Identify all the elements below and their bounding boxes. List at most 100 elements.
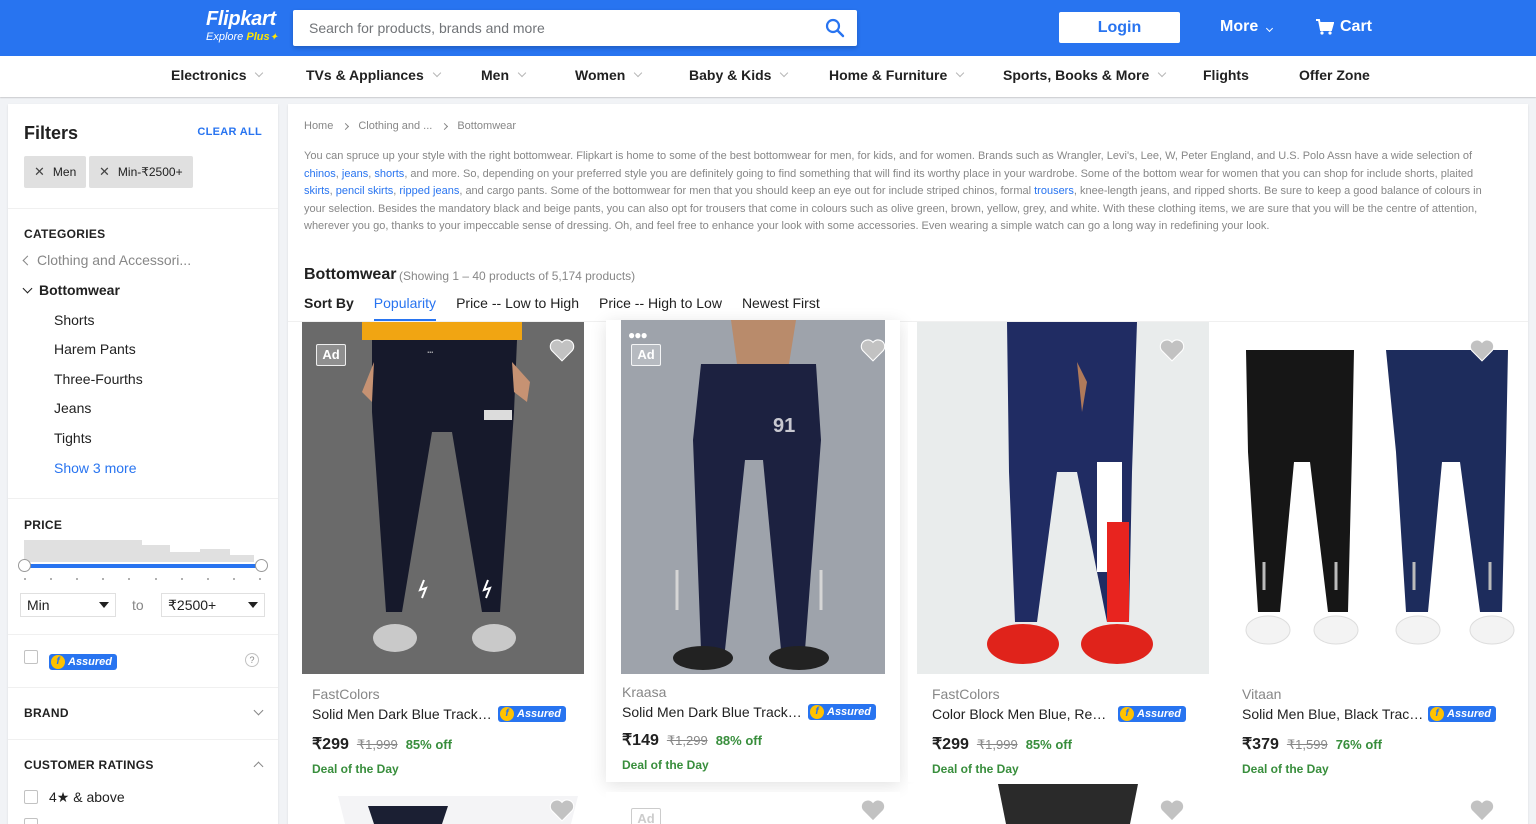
help-icon[interactable]: ? [245, 653, 259, 667]
caret-down-icon [99, 602, 109, 608]
description-link[interactable]: shorts [374, 168, 404, 180]
chevron-up-icon[interactable] [253, 761, 264, 772]
subcategory-jeans[interactable]: Jeans [54, 400, 91, 416]
product-title[interactable]: Color Block Men Blue, Red T... f Assured [932, 706, 1187, 722]
price-slider-min-handle[interactable] [18, 559, 31, 572]
chevron-down-icon[interactable] [253, 705, 264, 716]
description-link[interactable]: chinos [304, 168, 336, 180]
price-max-select[interactable]: ₹2500+ [161, 593, 265, 617]
chevron-down-icon [517, 68, 527, 78]
search-input[interactable] [293, 10, 793, 46]
catnav-baby-kids[interactable]: Baby & Kids [689, 67, 789, 83]
sort-popularity[interactable]: Popularity [373, 295, 437, 321]
wishlist-heart-icon[interactable] [860, 338, 886, 362]
customer-ratings-heading[interactable]: CUSTOMER RATINGS [24, 758, 154, 772]
product-image[interactable] [917, 322, 1209, 674]
product-card[interactable] [298, 792, 598, 824]
catnav-men[interactable]: Men [481, 67, 527, 83]
description-link[interactable]: pencil skirts [336, 185, 393, 197]
description-link[interactable]: ripped jeans [399, 185, 459, 197]
filters-title: Filters [24, 123, 79, 143]
more-options-icon[interactable]: ●●● [628, 328, 648, 342]
product-title[interactable]: Solid Men Dark Blue Track P... f Assured [622, 704, 877, 720]
breadcrumb-clothing[interactable]: Clothing and ... [358, 120, 432, 132]
product-card[interactable]: ⵈ Ad FastColors Solid Men Dark Blue Trac… [298, 322, 598, 782]
result-count: (Showing 1 – 40 products of 5,174 produc… [399, 269, 636, 283]
product-title[interactable]: Solid Men Dark Blue Track P... f Assured [312, 706, 567, 722]
assured-checkbox[interactable] [24, 650, 38, 664]
flipkart-f-icon: f [1120, 707, 1134, 721]
description-link[interactable]: skirts [304, 185, 330, 197]
product-price: ₹299 ₹1,999 85% off [312, 736, 452, 753]
catnav-tvs-appliances[interactable]: TVs & Appliances [306, 67, 441, 83]
product-price: ₹379 ₹1,599 76% off [1242, 736, 1382, 753]
description-text: , and more. So, depending on your prefer… [404, 167, 1474, 180]
catnav-electronics[interactable]: Electronics [171, 67, 264, 83]
cart-icon [1316, 19, 1334, 35]
subcategory-harem-pants[interactable]: Harem Pants [54, 341, 136, 357]
wishlist-heart-icon[interactable] [1469, 338, 1495, 362]
product-card[interactable] [1218, 792, 1518, 824]
wishlist-heart-icon[interactable] [1159, 338, 1185, 362]
login-button[interactable]: Login [1059, 12, 1180, 43]
product-card[interactable]: Ad [606, 792, 900, 824]
product-title[interactable]: Solid Men Blue, Black Track ... f Assured [1242, 706, 1497, 722]
clear-all-button[interactable]: CLEAR ALL [197, 126, 262, 138]
more-menu-button[interactable]: More [1220, 18, 1273, 36]
product-image[interactable] [978, 784, 1158, 824]
subcategory-tights[interactable]: Tights [54, 430, 92, 446]
sort-price-high-low[interactable]: Price -- High to Low [599, 295, 722, 321]
description-link[interactable]: jeans [342, 168, 368, 180]
price-min-select[interactable]: Min [20, 593, 116, 617]
sort-price-low-high[interactable]: Price -- Low to High [456, 295, 579, 321]
product-card[interactable]: FastColors Color Block Men Blue, Red T..… [908, 322, 1209, 782]
catnav-flights[interactable]: Flights [1203, 67, 1249, 83]
rating-3-checkbox[interactable] [24, 818, 38, 824]
search-icon[interactable] [825, 18, 845, 38]
wishlist-heart-icon[interactable] [549, 338, 575, 362]
product-card[interactable] [908, 784, 1208, 824]
show-more-link[interactable]: Show 3 more [54, 460, 136, 476]
sort-newest-first[interactable]: Newest First [742, 295, 820, 321]
wishlist-heart-icon[interactable] [1159, 798, 1185, 822]
divider [8, 498, 278, 499]
flipkart-f-icon: f [810, 705, 824, 719]
logo-tagline: Explore Plus✦ [206, 31, 278, 43]
caret-down-icon [248, 602, 258, 608]
subcategory-three-fourths[interactable]: Three-Fourths [54, 371, 143, 387]
price-slider-track[interactable] [24, 564, 261, 568]
close-icon[interactable]: ✕ [99, 164, 110, 180]
brand-heading[interactable]: BRAND [24, 706, 69, 720]
category-description: You can spruce up your style with the ri… [304, 148, 1504, 236]
filter-chip-men[interactable]: ✕ Men [24, 156, 87, 188]
catnav-women[interactable]: Women [575, 67, 643, 83]
breadcrumb-home[interactable]: Home [304, 120, 333, 132]
subcategory-shorts[interactable]: Shorts [54, 312, 94, 328]
chevron-down-icon [255, 68, 264, 78]
catnav-offer-zone[interactable]: Offer Zone [1299, 67, 1370, 83]
search-bar [293, 10, 857, 46]
wishlist-heart-icon[interactable] [549, 798, 575, 822]
product-brand: Kraasa [622, 684, 667, 700]
product-card[interactable]: 91 ●●● Ad Kraasa Solid Men Dark Blue Tra… [606, 320, 900, 782]
parent-category-link[interactable]: Clothing and Accessori... [22, 252, 191, 268]
catnav-sports-books[interactable]: Sports, Books & More [1003, 67, 1167, 83]
catnav-home-furniture[interactable]: Home & Furniture [829, 67, 965, 83]
current-category[interactable]: Bottomwear [22, 282, 120, 298]
wishlist-heart-icon[interactable] [1469, 798, 1495, 822]
filter-chip-price[interactable]: ✕ Min-₹2500+ [89, 156, 193, 188]
cart-button[interactable]: Cart [1316, 18, 1372, 36]
product-image[interactable] [1224, 322, 1518, 674]
description-text: You can spruce up your style with the ri… [304, 150, 1473, 162]
product-image[interactable]: 91 [621, 320, 885, 674]
description-link[interactable]: trousers [1034, 185, 1074, 197]
product-card[interactable]: Vitaan Solid Men Blue, Black Track ... f A… [1218, 322, 1518, 782]
categories-heading: CATEGORIES [24, 227, 106, 241]
assured-badge: f Assured [1428, 706, 1497, 722]
wishlist-heart-icon[interactable] [860, 798, 886, 822]
flipkart-logo[interactable]: Flipkart Explore Plus✦ [206, 8, 278, 43]
price-slider-max-handle[interactable] [255, 559, 268, 572]
product-image[interactable]: ⵈ [302, 322, 584, 674]
rating-4-checkbox[interactable] [24, 790, 38, 804]
close-icon[interactable]: ✕ [34, 164, 45, 180]
